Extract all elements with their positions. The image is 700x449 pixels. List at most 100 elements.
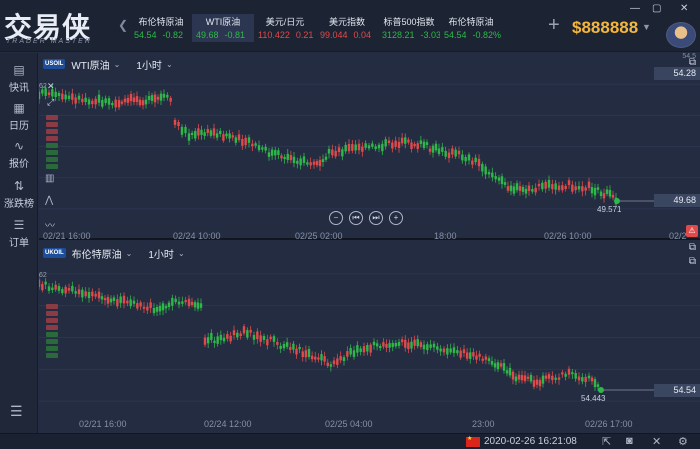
menu-icon[interactable]: ☰	[10, 403, 23, 420]
close-icon[interactable]: ✕	[680, 3, 688, 14]
candle-body	[210, 332, 213, 341]
candle-body	[107, 98, 111, 105]
candle-body	[593, 187, 597, 196]
candle-body	[357, 143, 361, 151]
ticker-item[interactable]: 布伦特原油 54.54 -0.82	[130, 14, 192, 42]
alert-icon[interactable]: ⚠	[686, 225, 698, 237]
candle-body	[534, 187, 537, 193]
zoom-in-button[interactable]: +	[389, 211, 403, 225]
candle-body	[171, 297, 174, 306]
scroll-left-button[interactable]: ⏮	[349, 211, 363, 225]
candle-body	[581, 186, 584, 192]
left-price-label: 62	[39, 83, 47, 90]
candle-body	[514, 376, 518, 382]
sidebar-item-ranking[interactable]: ⇅ 涨跌榜	[0, 179, 38, 210]
zoom-out-button[interactable]: −	[329, 211, 343, 225]
candle-body	[537, 183, 541, 187]
candle-body	[139, 302, 142, 307]
candle-body	[502, 363, 506, 371]
camera-icon[interactable]: ◙	[626, 435, 633, 447]
candle-body	[518, 186, 522, 191]
add-ticker-button[interactable]: +	[548, 14, 560, 37]
candle-body	[152, 308, 156, 314]
chart-pane-wti[interactable]: USOIL WTI原油 ⌄ 1小时 ⌄ 62 ✕ ⤢ ▥ ⋀ 〰 − ⏮ ⏭ +…	[39, 53, 700, 241]
candle-body	[84, 291, 87, 297]
candle-body	[484, 166, 487, 175]
ticker-item[interactable]: 美元指数 99.044 0.04	[316, 14, 378, 42]
candle-body	[71, 93, 74, 100]
scroll-right-button[interactable]: ⏭	[369, 211, 383, 225]
candlestick-chart-brent[interactable]	[39, 242, 700, 433]
maximize-icon[interactable]: ▢	[652, 3, 661, 14]
candle-body	[279, 345, 282, 349]
top-bar: 交易侠 TRADER MASTER ❮ 布伦特原油 54.54 -0.82 WTI原油…	[0, 0, 700, 52]
candle-body	[541, 375, 545, 384]
close-icon[interactable]: ✕	[47, 81, 55, 92]
candle-body	[150, 95, 154, 101]
symbol-selector[interactable]: WTI原油	[71, 57, 109, 72]
chevron-left-icon[interactable]: ❮	[118, 18, 128, 32]
ticker-values: 54.54 -0.82	[134, 30, 188, 40]
candle-body	[517, 374, 521, 380]
candle-body	[557, 377, 561, 380]
account-balance[interactable]: $888888	[572, 18, 638, 38]
indicator-bar	[46, 150, 58, 155]
sidebar-item-orders[interactable]: ☰ 订单	[0, 218, 38, 249]
news-icon: ▤	[13, 63, 25, 77]
compass-icon[interactable]: ⋀	[45, 195, 55, 217]
chart-pane-brent[interactable]: UKOIL 布伦特原油 ⌄ 1小时 ⌄ 62 ⧉ ⧉ 54.54 54.443 …	[39, 242, 700, 433]
candle-body	[295, 348, 298, 355]
candle-body	[484, 356, 488, 360]
candle-body	[590, 377, 594, 382]
ticker-item[interactable]: 标普500指数 3128.21 -3.03	[378, 14, 440, 42]
indicator-icon[interactable]: ▥	[45, 173, 55, 195]
candle-body	[352, 350, 356, 357]
candle-body	[120, 101, 124, 104]
expand-icon[interactable]: ⤢	[47, 97, 54, 108]
avatar[interactable]	[666, 22, 696, 48]
candle-body	[269, 336, 272, 340]
candle-body	[142, 306, 146, 309]
ticker-item[interactable]: 美元/日元 110.422 0.21	[254, 14, 316, 42]
price-scale-top: 54.5	[682, 53, 696, 60]
candle-body	[527, 185, 531, 191]
chevron-down-icon[interactable]: ⌄	[166, 60, 173, 69]
share-icon[interactable]: ⇱	[602, 435, 611, 448]
candle-body	[349, 347, 352, 355]
minimize-icon[interactable]: —	[630, 3, 640, 14]
candle-body	[446, 348, 449, 355]
candle-body	[407, 342, 410, 350]
mute-icon[interactable]: ✕	[652, 435, 661, 448]
candle-body	[222, 134, 225, 141]
candle-body	[117, 100, 121, 108]
candle-body	[136, 303, 139, 309]
settings-icon[interactable]: ⚙	[678, 435, 688, 448]
candle-body	[270, 149, 274, 156]
candle-body	[410, 341, 413, 349]
ticker-item[interactable]: 布伦特原油 54.54 -0.82%	[440, 14, 502, 42]
sidebar-item-label: 报价	[9, 159, 29, 170]
price-tag-current: 49.68	[654, 194, 700, 207]
chevron-down-icon[interactable]: ⌄	[178, 249, 185, 258]
timeframe-selector[interactable]: 1小时	[136, 57, 162, 72]
timeframe-selector[interactable]: 1小时	[148, 246, 174, 261]
chevron-down-icon[interactable]: ▼	[642, 22, 651, 32]
symbol-selector[interactable]: 布伦特原油	[72, 246, 122, 261]
candle-body	[461, 154, 464, 161]
chart-nav: − ⏮ ⏭ +	[329, 211, 403, 225]
chevron-down-icon[interactable]: ⌄	[114, 60, 121, 69]
candle-body	[551, 375, 554, 381]
ticker-item[interactable]: WTI原油 49.68 -0.81	[192, 14, 254, 42]
waveform-icon[interactable]: 〰	[45, 217, 55, 239]
ticker-values: 54.54 -0.82%	[444, 30, 501, 40]
chevron-down-icon[interactable]: ⌄	[126, 249, 133, 258]
candle-body	[487, 358, 491, 362]
sidebar-item-news[interactable]: ▤ 快讯	[0, 63, 38, 94]
layout-icon[interactable]: ⧉	[689, 256, 696, 267]
last-price-dot	[598, 387, 604, 393]
ticker-values: 99.044 0.04	[320, 30, 374, 40]
sidebar-item-quotes[interactable]: ∿ 报价	[0, 139, 38, 170]
layout-icon[interactable]: ⧉	[689, 242, 696, 253]
sidebar-item-calendar[interactable]: ▦ 日历	[0, 101, 38, 132]
candle-body	[129, 299, 132, 307]
